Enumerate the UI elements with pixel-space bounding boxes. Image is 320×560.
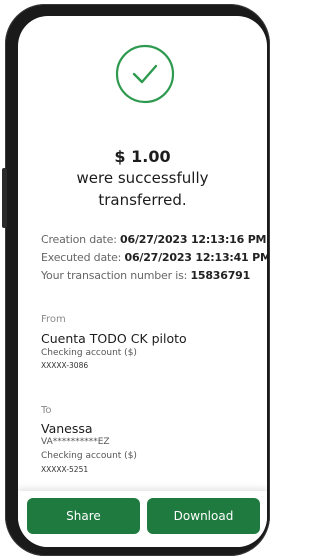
download-button[interactable]: Download xyxy=(147,498,260,534)
transaction-number-value: 15836791 xyxy=(190,269,251,282)
success-message-line2: transferred. xyxy=(98,191,187,209)
to-label: To xyxy=(41,405,52,416)
success-message-line1: were successfully xyxy=(76,169,209,187)
creation-date-label: Creation date: xyxy=(41,233,117,246)
amount: $ 1.00 xyxy=(114,147,171,166)
executed-date-value: 06/27/2023 12:13:41 PM xyxy=(124,251,267,264)
from-account-number: XXXXX-3086 xyxy=(41,361,89,370)
to-recipient-name: Vanessa xyxy=(41,421,93,436)
from-account-type: Checking account ($) xyxy=(41,348,137,358)
from-label: From xyxy=(41,314,66,325)
creation-date-row: Creation date: 06/27/2023 12:13:16 PM xyxy=(41,233,267,246)
screen: $ 1.00 were successfully transferred. Cr… xyxy=(18,16,267,547)
to-account-number: XXXXX-5251 xyxy=(41,465,89,474)
to-recipient-id: VA**********EZ xyxy=(41,437,110,447)
from-account-name: Cuenta TODO CK piloto xyxy=(41,331,187,346)
share-button[interactable]: Share xyxy=(27,498,140,534)
creation-date-value: 06/27/2023 12:13:16 PM xyxy=(120,233,267,246)
executed-date-row: Executed date: 06/27/2023 12:13:41 PM xyxy=(41,251,267,264)
executed-date-label: Executed date: xyxy=(41,251,122,264)
action-bar: Share Download xyxy=(18,491,267,547)
checkmark-circle-icon xyxy=(115,44,175,104)
transaction-number-label: Your transaction number is: xyxy=(41,269,188,282)
to-account-type: Checking account ($) xyxy=(41,451,137,461)
transfer-confirmation: $ 1.00 were successfully transferred. Cr… xyxy=(18,16,267,547)
transaction-number-row: Your transaction number is: 15836791 xyxy=(41,269,250,282)
phone-side-button xyxy=(2,168,7,228)
phone-frame: $ 1.00 were successfully transferred. Cr… xyxy=(5,4,270,556)
